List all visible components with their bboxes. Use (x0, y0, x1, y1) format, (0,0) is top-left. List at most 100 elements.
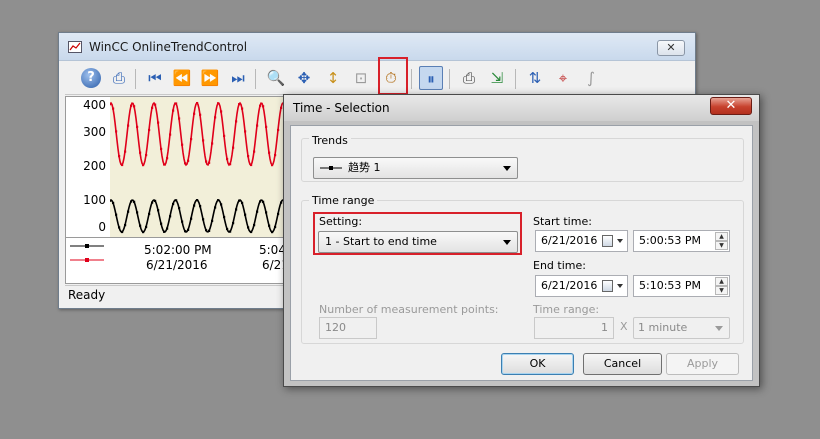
trend-2-curve-point (235, 120, 238, 123)
trend-2-curve-point (268, 151, 271, 154)
time-range-factor-field[interactable]: 1 (534, 317, 614, 339)
ruler-icon[interactable]: ⌖ (551, 66, 575, 90)
trend-app-icon (68, 41, 82, 53)
dialog-title: Time - Selection (293, 101, 390, 115)
trend-2-curve-point (148, 128, 151, 132)
highlight-box-time-selection (378, 57, 408, 95)
y-tick-label: 200 (83, 159, 106, 173)
end-time-field[interactable]: 5:10:53 PM ▲ ▼ (633, 275, 730, 297)
spin-down-icon[interactable]: ▼ (715, 241, 728, 250)
trend-2-curve-point (160, 147, 163, 150)
measurement-points-label: Number of measurement points: (319, 303, 499, 316)
next-record-icon[interactable]: ⏩ (198, 66, 222, 90)
trend-1-curve-point (241, 201, 244, 204)
trend-close-button[interactable]: ✕ (657, 40, 685, 56)
spin-up-icon[interactable]: ▲ (715, 277, 728, 286)
trend-1-curve-point (214, 206, 217, 209)
trend-1-curve-point (220, 203, 223, 206)
calendar-icon[interactable] (602, 235, 613, 247)
time-range-group-label: Time range (309, 194, 378, 207)
trend-2-curve-point (214, 116, 217, 119)
trend-plot-grid (109, 97, 292, 237)
chevron-down-icon (617, 239, 623, 243)
trend-1-curve-point (250, 230, 253, 234)
trend-2-curve-point (130, 104, 133, 107)
trend-2-curve-point (241, 107, 244, 110)
y-tick-label: 100 (83, 193, 106, 207)
calendar-icon[interactable] (602, 280, 613, 292)
trend-2-curve-point (136, 125, 139, 128)
move-axes-icon[interactable]: ✥ (292, 66, 316, 90)
chevron-down-icon (617, 284, 623, 288)
trend-1-curve-point (277, 212, 280, 216)
trend-2-curve-point (244, 130, 247, 133)
trend-2-curve-point (118, 155, 121, 158)
next-trend-icon[interactable]: ⇅ (523, 66, 547, 90)
trend-1-curve-point (217, 199, 220, 202)
trend-1-curve-point (160, 222, 163, 225)
trend-2-curve-point (247, 155, 250, 158)
trend-1-curve-point (172, 202, 175, 206)
trend-1-curve-point (166, 227, 169, 230)
spin-down-icon[interactable]: ▼ (715, 286, 728, 295)
cancel-button[interactable]: Cancel (583, 353, 662, 375)
start-date-picker[interactable]: 6/21/2016 (535, 230, 628, 252)
trend-1-curve-point (232, 222, 235, 225)
trend-title-bar[interactable]: WinCC OnlineTrendControl ✕ (59, 33, 695, 61)
dialog-title-bar[interactable]: Time - Selection ✕ (284, 95, 759, 121)
trend-1-curve-point (109, 199, 112, 202)
trend-2-curve-point (190, 138, 193, 141)
trend-window-title: WinCC OnlineTrendControl (89, 40, 248, 54)
trend-1-curve-point (247, 226, 250, 229)
time-range-unit-dropdown[interactable]: 1 minute (633, 317, 730, 339)
trend-2-curve-point (109, 103, 112, 106)
trend-plot-area[interactable]: 400 300 200 100 0 (65, 96, 292, 238)
trend-1-curve-point (235, 208, 238, 211)
chevron-down-icon (503, 166, 511, 171)
trend-toolbar: ? ⎙ ⏮ ⏪ ⏩ ⏭ 🔍 ✥ ↕ ⊡ ⏱ ⏸ ⎙ ⇲ ⇅ ⌖ ∫ (65, 63, 689, 95)
end-date-picker[interactable]: 6/21/2016 (535, 275, 628, 297)
previous-record-icon[interactable]: ⏪ (170, 66, 194, 90)
apply-button[interactable]: Apply (666, 353, 739, 375)
trend-1-curve-point (124, 224, 127, 227)
trend-2-curve-point (151, 106, 154, 109)
close-icon: ✕ (666, 41, 676, 54)
config-dialog-icon[interactable]: ⎙ (107, 66, 131, 90)
trend-1-curve-point (148, 212, 151, 216)
trend-1-curve-point (130, 200, 133, 203)
measurement-points-field[interactable]: 120 (319, 317, 377, 339)
spin-up-icon[interactable]: ▲ (715, 232, 728, 241)
start-time-spinner[interactable]: ▲ ▼ (715, 232, 728, 250)
trend-2-curve-point (250, 163, 253, 167)
statistics-icon[interactable]: ∫ (579, 66, 603, 90)
trend-1-curve-point (205, 229, 208, 232)
dialog-close-button[interactable]: ✕ (710, 97, 752, 115)
trend-2-curve-point (124, 150, 127, 153)
status-bar: Ready (65, 285, 290, 305)
export-data-icon[interactable]: ⇲ (485, 66, 509, 90)
toolbar-separator (255, 69, 256, 89)
end-time-spinner[interactable]: ▲ ▼ (715, 277, 728, 295)
trend-2-curve-point (253, 150, 256, 153)
first-record-icon[interactable]: ⏮ (143, 66, 167, 90)
start-time-field[interactable]: 5:00:53 PM ▲ ▼ (633, 230, 730, 252)
status-text: Ready (68, 288, 106, 302)
trend-1-curve-point (226, 227, 229, 231)
toolbar-separator (449, 69, 450, 89)
trend-1-curve-point (262, 200, 265, 203)
end-time-value: 5:10:53 PM (639, 279, 702, 292)
ok-button[interactable]: OK (501, 353, 574, 375)
start-stop-icon[interactable]: ⏸ (419, 66, 443, 90)
zoom-area-icon[interactable]: 🔍 (264, 66, 288, 90)
trend-select-value: 趋势 1 (348, 161, 381, 174)
trend-2-curve-point (169, 133, 172, 136)
help-icon[interactable]: ? (81, 68, 101, 88)
trend-select-dropdown[interactable]: 趋势 1 (313, 157, 518, 179)
last-record-icon[interactable]: ⏭ (226, 66, 250, 90)
original-view-icon[interactable]: ⊡ (349, 66, 373, 90)
print-icon[interactable]: ⎙ (457, 66, 481, 90)
trend-2-curve-point (262, 105, 265, 108)
zoom-value-axis-icon[interactable]: ↕ (321, 66, 345, 90)
trend-2-curve-point (202, 139, 205, 142)
trend-1-curve-point (271, 231, 274, 234)
